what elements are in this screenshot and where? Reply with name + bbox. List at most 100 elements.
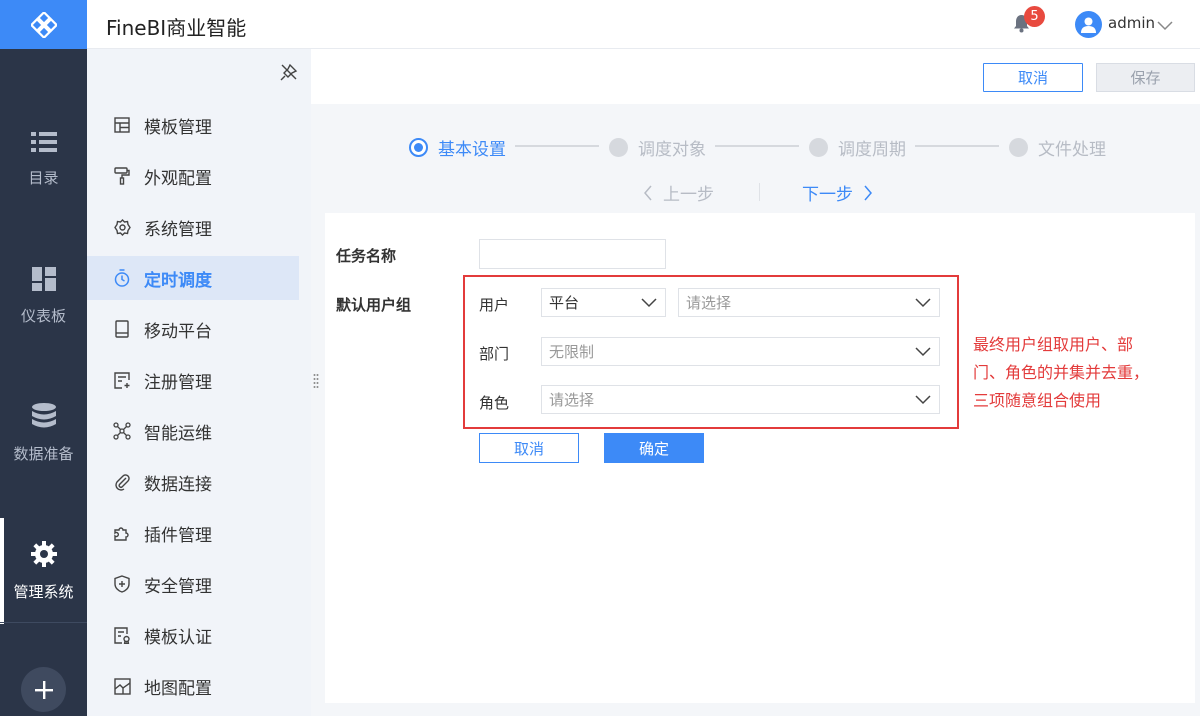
network-icon [113,422,131,440]
submenu-item-label: 移动平台 [144,321,212,342]
step-label: 基本设置 [438,140,506,160]
list-icon [30,131,57,153]
top-header: FineBI商业智能 5 admin [87,0,1200,49]
settings-icon [113,218,131,236]
step-indicator [409,138,428,157]
form-cancel-button[interactable]: 取消 [479,433,579,463]
chevron-down-icon [915,395,931,405]
rail-item-label: 管理系统 [13,582,74,601]
step-indicator [1009,138,1028,157]
notification-badge: 5 [1024,6,1045,27]
template-icon [113,116,131,134]
submenu-item-schedule[interactable]: 定时调度 [87,256,299,300]
user-icon [1081,17,1096,33]
step-schedule-period[interactable]: 调度周期 [809,135,906,160]
user-select[interactable]: 请选择 [678,288,940,317]
chevron-down-icon [641,298,657,308]
submenu-item-certification[interactable]: 模板认证 [87,613,299,657]
task-name-input[interactable] [479,239,666,269]
add-button[interactable] [21,667,66,712]
submenu-item-label: 安全管理 [144,576,212,597]
plus-icon [34,680,53,699]
step-connector [515,145,599,147]
submenu-item-label: 数据连接 [144,474,212,495]
username[interactable]: admin [1108,14,1155,32]
step-connector [715,145,799,147]
chevron-down-icon [915,298,931,308]
step-file-handling[interactable]: 文件处理 [1009,135,1106,160]
submenu-item-template[interactable]: 模板管理 [87,103,299,147]
paperclip-icon [113,473,131,491]
chevron-down-icon[interactable] [1157,16,1173,35]
submenu-item-register[interactable]: 注册管理 [87,358,299,402]
resize-handle-icon[interactable] [313,373,319,395]
next-step-label: 下一步 [802,185,853,205]
rail-divider [0,622,87,623]
dashboard-icon [31,266,56,291]
step-indicator [609,138,628,157]
avatar[interactable] [1075,11,1102,38]
pin-icon[interactable] [280,63,298,85]
dept-label: 部门 [479,345,510,363]
paint-roller-icon [113,167,131,185]
submenu-item-label: 注册管理 [144,372,212,393]
rail-item-label: 仪表板 [20,306,66,325]
submenu-item-label: 智能运维 [144,423,212,444]
user-type-value: 平台 [549,294,580,312]
submenu-item-appearance[interactable]: 外观配置 [87,154,299,198]
rail-item-catalog[interactable]: 目录 [0,104,87,214]
submenu-item-ops[interactable]: 智能运维 [87,409,299,453]
step-schedule-target[interactable]: 调度对象 [609,135,706,160]
role-select-placeholder: 请选择 [549,391,595,409]
submenu-item-data-connection[interactable]: 数据连接 [87,460,299,504]
annotation-note: 最终用户组取用户、部门、角色的并集并去重，三项随意组合使用 [973,335,1150,410]
submenu-item-label: 模板认证 [144,627,212,648]
step-connector [915,145,999,147]
submenu-item-label: 外观配置 [144,168,212,189]
task-name-label: 任务名称 [336,247,397,265]
prev-step-label: 上一步 [663,185,714,205]
default-group-label: 默认用户组 [336,296,412,314]
submenu-item-plugin[interactable]: 插件管理 [87,511,299,555]
chevron-down-icon [915,347,931,357]
rail-item-data-prep[interactable]: 数据准备 [0,378,87,488]
next-step-button[interactable]: 下一步 [802,180,873,205]
logo[interactable] [0,0,87,49]
certificate-icon [113,626,131,644]
shield-icon [113,575,131,593]
main-rail: 目录 仪表板 数据准备 管理系统 [0,0,87,716]
user-label: 用户 [479,296,510,314]
submenu-item-label: 插件管理 [144,525,212,546]
rail-item-admin[interactable]: 管理系统 [0,516,87,626]
step-basic-settings[interactable]: 基本设置 [409,135,506,160]
gear-icon [30,540,57,567]
submenu-item-map[interactable]: 地图配置 [87,664,299,708]
map-icon [113,677,131,695]
confirm-button[interactable]: 确定 [604,433,704,463]
user-type-select[interactable]: 平台 [541,288,666,317]
prev-step-button[interactable]: 上一步 [643,180,714,205]
submenu-item-mobile[interactable]: 移动平台 [87,307,299,351]
submenu-item-label: 系统管理 [144,219,212,240]
role-label: 角色 [479,394,510,412]
submenu-item-system[interactable]: 系统管理 [87,205,299,249]
step-indicator [809,138,828,157]
app-title: FineBI商业智能 [106,16,247,40]
rail-item-dashboard[interactable]: 仪表板 [0,241,87,351]
submenu-item-label: 定时调度 [144,270,212,291]
save-button[interactable]: 保存 [1096,63,1195,92]
rail-item-label: 目录 [28,168,59,187]
role-select[interactable]: 请选择 [541,385,940,414]
tablet-icon [113,320,131,338]
submenu-item-security[interactable]: 安全管理 [87,562,299,606]
step-label: 调度周期 [838,140,906,160]
nav-divider [759,183,760,201]
submenu-item-label: 模板管理 [144,117,212,138]
finebi-logo-icon [30,11,57,38]
step-label: 调度对象 [638,140,706,160]
database-icon [31,402,56,429]
admin-submenu: 模板管理 外观配置 系统管理 定时调度 移动平台 注册管理 智能运维 数据连接 … [87,49,311,716]
cancel-button[interactable]: 取消 [983,63,1083,92]
submenu-item-label: 地图配置 [144,678,212,699]
dept-select[interactable]: 无限制 [541,337,940,366]
